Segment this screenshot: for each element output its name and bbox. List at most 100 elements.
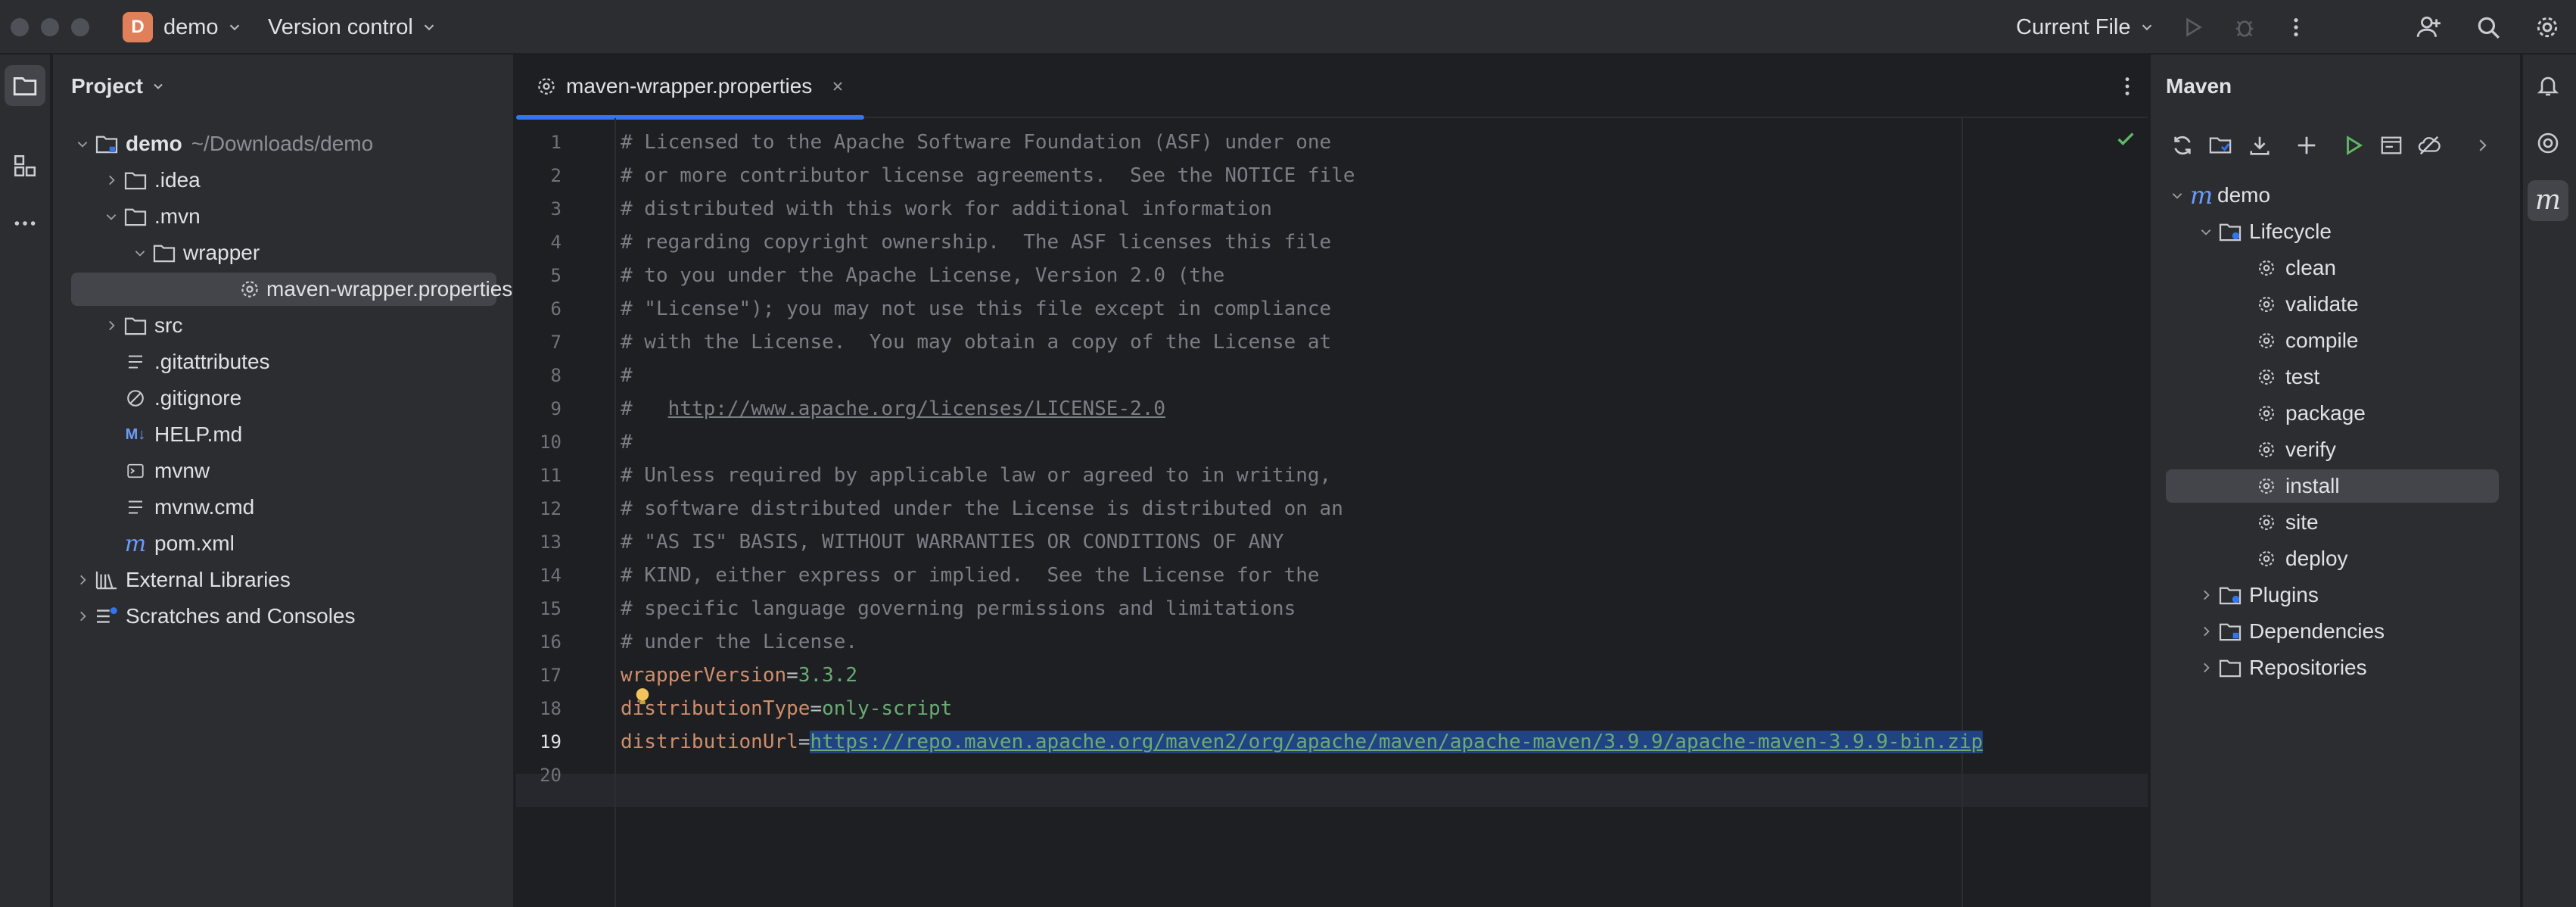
code-line[interactable]: # to you under the Apache License, Versi… <box>621 259 1224 292</box>
code-line[interactable]: # under the License. <box>621 625 857 659</box>
line-number: 11 <box>540 465 562 486</box>
maven-tree-demo[interactable]: m demo <box>2166 179 2270 212</box>
tree-item-idea[interactable]: .idea <box>100 164 201 197</box>
tab-options-icon[interactable] <box>2116 75 2139 98</box>
close-icon[interactable] <box>830 79 845 94</box>
maven-tree-repositories[interactable]: Repositories <box>2195 651 2367 684</box>
project-tool-window-button[interactable] <box>5 65 45 106</box>
license-link[interactable]: http://www.apache.org/licenses/LICENSE-2… <box>668 397 1165 420</box>
code-line[interactable]: # "License"); you may not use this file … <box>621 292 1331 326</box>
execute-goal-icon[interactable] <box>2375 129 2408 162</box>
run-icon[interactable] <box>2176 11 2210 44</box>
tree-item-path: ~/Downloads/demo <box>191 132 374 155</box>
maven-goal-clean[interactable]: clean <box>2254 251 2336 285</box>
maven-goal-site[interactable]: site <box>2254 506 2319 539</box>
tree-item-help-md[interactable]: M↓ HELP.md <box>123 418 243 451</box>
settings-gear-icon[interactable] <box>2531 11 2564 44</box>
version-control-menu[interactable]: Version control <box>268 0 437 55</box>
chevron-right-icon[interactable] <box>71 573 94 587</box>
notifications-button[interactable] <box>2528 65 2568 106</box>
window-close-button[interactable] <box>11 18 29 36</box>
maven-goal-deploy[interactable]: deploy <box>2254 542 2348 575</box>
generate-sources-icon[interactable] <box>2204 129 2237 162</box>
tree-item-mvnw[interactable]: mvnw <box>123 454 210 488</box>
chevron-down-icon[interactable] <box>100 210 123 223</box>
tree-item-scratches-and-consoles[interactable]: Scratches and Consoles <box>71 600 356 633</box>
maven-goal-package[interactable]: package <box>2254 397 2366 430</box>
code-line[interactable]: # "AS IS" BASIS, WITHOUT WARRANTIES OR C… <box>621 525 1284 559</box>
code-line-distribution-type[interactable]: distributionType=only-script <box>621 692 952 725</box>
code-line[interactable]: # <box>621 359 633 392</box>
download-sources-icon[interactable] <box>2243 129 2276 162</box>
tree-item-gitignore[interactable]: .gitignore <box>123 382 241 415</box>
ai-assistant-button[interactable] <box>2528 123 2568 164</box>
tree-item-wrapper[interactable]: wrapper <box>129 236 260 270</box>
search-icon[interactable] <box>2472 11 2505 44</box>
tree-item-mvnw-cmd[interactable]: mvnw.cmd <box>123 491 254 524</box>
tree-item-label: verify <box>2285 438 2336 461</box>
code-line[interactable]: # Unless required by applicable law or a… <box>621 459 1331 492</box>
chevron-down-icon[interactable] <box>129 246 151 260</box>
code-line[interactable]: # software distributed under the License… <box>621 492 1343 525</box>
maven-goal-test[interactable]: test <box>2254 360 2319 394</box>
reload-projects-icon[interactable] <box>2166 129 2199 162</box>
code-line[interactable]: # or more contributor license agreements… <box>621 159 1355 192</box>
code-line[interactable]: # regarding copyright ownership. The ASF… <box>621 226 1331 259</box>
tab-maven-wrapper-properties[interactable]: maven-wrapper.properties <box>516 55 864 120</box>
add-user-icon[interactable] <box>2413 11 2446 44</box>
chevron-right-icon[interactable] <box>100 319 123 332</box>
tree-item-pom-xml[interactable]: m pom.xml <box>123 527 235 560</box>
tree-item-maven-wrapper-properties[interactable]: maven-wrapper.properties <box>71 273 512 306</box>
code-line[interactable]: # KIND, either express or implied. See t… <box>621 559 1320 592</box>
toggle-offline-mode-icon[interactable] <box>2413 129 2446 162</box>
tree-item-demo-root[interactable]: demo ~/Downloads/demo <box>71 127 373 161</box>
code-line[interactable]: # distributed with this work for additio… <box>621 192 1272 226</box>
code-line[interactable]: # <box>621 425 633 459</box>
window-zoom-button[interactable] <box>71 18 89 36</box>
more-toolbar-actions-icon[interactable] <box>2466 129 2499 162</box>
chevron-down-icon[interactable] <box>71 137 94 151</box>
structure-tool-window-button[interactable] <box>5 145 45 186</box>
project-switcher[interactable]: D demo <box>123 0 243 55</box>
run-configuration-label: Current File <box>2016 14 2131 39</box>
debug-icon[interactable] <box>2228 11 2261 44</box>
code-line-distribution-url[interactable]: distributionUrl=https://repo.maven.apach… <box>621 725 1983 759</box>
code-line[interactable]: # specific language governing permission… <box>621 592 1296 625</box>
folder-icon <box>123 314 148 337</box>
code-line-wrapper-version[interactable]: wrapperVersion=3.3.2 <box>621 659 857 692</box>
chevron-right-icon[interactable] <box>2195 588 2217 602</box>
chevron-down-icon[interactable] <box>2195 225 2217 238</box>
maven-tree-dependencies[interactable]: Dependencies <box>2195 615 2385 648</box>
maven-goal-install[interactable]: install <box>2166 469 2499 503</box>
maven-goal-compile[interactable]: compile <box>2254 324 2358 357</box>
tree-item-src[interactable]: src <box>100 309 182 342</box>
chevron-right-icon[interactable] <box>71 609 94 623</box>
maven-tool-window-button[interactable]: m <box>2528 180 2568 221</box>
chevron-right-icon[interactable] <box>100 173 123 187</box>
code-line[interactable]: # http://www.apache.org/licenses/LICENSE… <box>621 392 1165 425</box>
maven-tree-lifecycle[interactable]: Lifecycle <box>2195 215 2332 248</box>
code-line[interactable]: # with the License. You may obtain a cop… <box>621 326 1331 359</box>
chevron-down-icon[interactable] <box>2166 189 2189 202</box>
intention-bulb-icon[interactable] <box>634 687 651 707</box>
chevron-right-icon[interactable] <box>2195 625 2217 638</box>
tree-item-label: wrapper <box>183 241 260 264</box>
maven-tree-plugins[interactable]: Plugins <box>2195 578 2319 612</box>
chevron-right-icon[interactable] <box>2195 661 2217 675</box>
window-minimize-button[interactable] <box>41 18 59 36</box>
more-tool-windows-button[interactable] <box>5 203 45 244</box>
selected-distribution-url[interactable]: https://repo.maven.apache.org/maven2/org… <box>810 731 1983 753</box>
add-maven-project-icon[interactable] <box>2290 129 2323 162</box>
project-panel-header[interactable]: Project <box>71 74 166 98</box>
maven-goal-validate[interactable]: validate <box>2254 288 2359 321</box>
code-line[interactable]: # Licensed to the Apache Software Founda… <box>621 126 1331 159</box>
tree-item-gitattributes[interactable]: .gitattributes <box>123 345 270 379</box>
tree-item-external-libraries[interactable]: External Libraries <box>71 563 291 597</box>
tree-item-mvn[interactable]: .mvn <box>100 200 201 233</box>
run-maven-build-icon[interactable] <box>2337 129 2370 162</box>
more-actions-icon[interactable] <box>2279 11 2313 44</box>
run-configuration-selector[interactable]: Current File <box>2016 0 2155 55</box>
maven-goal-verify[interactable]: verify <box>2254 433 2336 466</box>
no-problems-check-icon[interactable] <box>2114 127 2137 150</box>
shell-script-icon <box>123 460 148 482</box>
